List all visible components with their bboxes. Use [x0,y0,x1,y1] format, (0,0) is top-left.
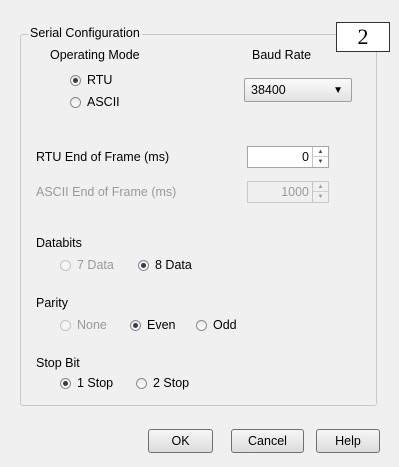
radio-2-stop-indicator [136,378,147,389]
radio-1-stop-indicator [60,378,71,389]
databits-label: Databits [36,236,82,250]
radio-parity-even-label: Even [147,318,176,332]
group-title: Serial Configuration [28,26,142,40]
ascii-eof-label: ASCII End of Frame (ms) [36,185,177,199]
radio-parity-none-label: None [77,318,107,332]
radio-8-data[interactable]: 8 Data [138,258,192,272]
rtu-eof-spinbox[interactable]: 0 ▲ ▼ [247,146,329,168]
radio-ascii-label: ASCII [87,95,120,109]
baud-rate-value: 38400 [251,83,286,97]
radio-7-data[interactable]: 7 Data [60,258,114,272]
radio-parity-odd-indicator [196,320,207,331]
radio-8-data-indicator [138,260,149,271]
radio-rtu-indicator [70,75,81,86]
chevron-down-icon: ▼ [333,85,343,96]
ascii-eof-value: 1000 [281,185,309,199]
spin-up-icon[interactable]: ▲ [313,182,328,192]
radio-7-data-indicator [60,260,71,271]
rtu-eof-spin-buttons[interactable]: ▲ ▼ [312,147,328,167]
ascii-eof-spinbox[interactable]: 1000 ▲ ▼ [247,181,329,203]
radio-parity-even[interactable]: Even [130,318,176,332]
help-button[interactable]: Help [316,429,380,453]
callout-number: 2 [336,22,390,52]
radio-parity-even-indicator [130,320,141,331]
ascii-eof-spin-buttons[interactable]: ▲ ▼ [312,182,328,202]
baud-rate-label: Baud Rate [252,48,312,62]
rtu-eof-label: RTU End of Frame (ms) [36,150,170,164]
radio-2-stop-label: 2 Stop [153,376,190,390]
radio-rtu-label: RTU [87,73,113,87]
radio-parity-none[interactable]: None [60,318,107,332]
parity-label: Parity [36,296,68,310]
radio-ascii[interactable]: ASCII [70,95,120,109]
rtu-eof-value: 0 [302,150,309,164]
stop-bit-label: Stop Bit [36,356,80,370]
ok-button[interactable]: OK [148,429,213,453]
radio-rtu[interactable]: RTU [70,73,112,87]
spin-down-icon[interactable]: ▼ [313,192,328,202]
operating-mode-label: Operating Mode [50,48,140,62]
radio-parity-odd[interactable]: Odd [196,318,237,332]
radio-1-stop-label: 1 Stop [77,376,114,390]
radio-7-data-label: 7 Data [77,258,114,272]
spin-up-icon[interactable]: ▲ [313,147,328,157]
radio-1-stop[interactable]: 1 Stop [60,376,113,390]
radio-parity-none-indicator [60,320,71,331]
radio-2-stop[interactable]: 2 Stop [136,376,189,390]
radio-8-data-label: 8 Data [155,258,192,272]
baud-rate-select[interactable]: 38400 ▼ [244,78,352,102]
radio-parity-odd-label: Odd [213,318,237,332]
cancel-button[interactable]: Cancel [231,429,304,453]
spin-down-icon[interactable]: ▼ [313,157,328,167]
radio-ascii-indicator [70,97,81,108]
